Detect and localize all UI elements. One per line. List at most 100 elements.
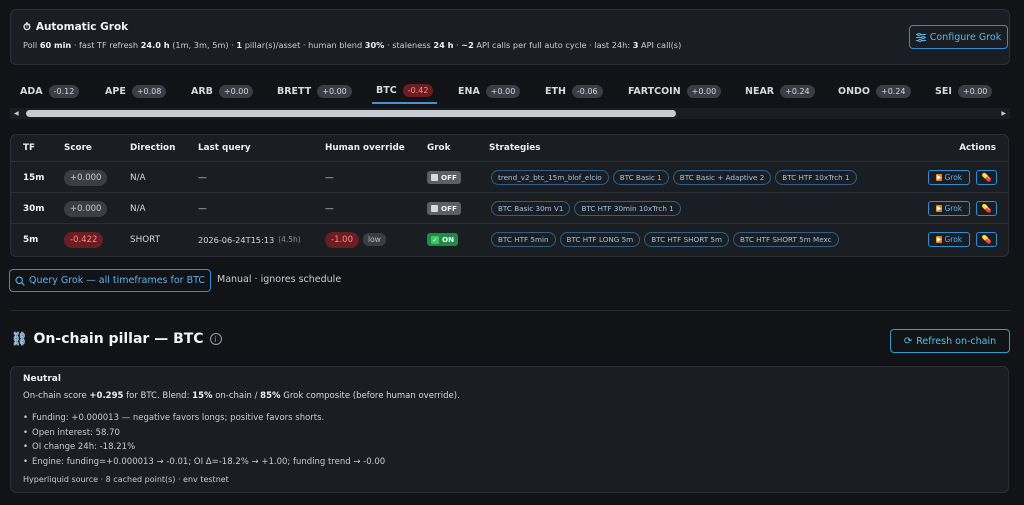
grok-toggle[interactable]: ✓ ON bbox=[427, 233, 459, 246]
tab-score-badge: -0.06 bbox=[571, 84, 603, 98]
tab-label: FARTCOIN bbox=[628, 85, 681, 97]
section-divider bbox=[10, 310, 1010, 311]
override-action-button[interactable]: 💊 bbox=[976, 201, 997, 216]
stopwatch-icon: ⏱ bbox=[23, 21, 31, 33]
summary-text: for BTC. Blend: bbox=[123, 391, 193, 401]
desc-text: (1m, 3m, 5m) · bbox=[169, 40, 237, 50]
tab-label: APE bbox=[105, 85, 126, 97]
tab-sei[interactable]: SEI +0.00 bbox=[935, 78, 993, 104]
auto-grok-title: ⏱ Automatic Grok bbox=[23, 21, 128, 33]
tab-score-badge: +0.24 bbox=[780, 84, 815, 98]
last-query-cell: — bbox=[198, 203, 207, 214]
timeframe-table: TF Score Direction Last query Human over… bbox=[10, 134, 1009, 257]
query-note: Manual · ignores schedule bbox=[217, 274, 342, 285]
auto-grok-description: Poll 60 min · fast TF refresh 24.0 h (1m… bbox=[23, 40, 681, 50]
tf-cell: 5m bbox=[23, 234, 39, 245]
grok-action-button[interactable]: ▶ Grok bbox=[928, 201, 970, 216]
grok-action-button[interactable]: ▶ Grok bbox=[928, 232, 970, 247]
onchain-state: Neutral bbox=[23, 374, 61, 384]
summary-text: On-chain score bbox=[23, 391, 90, 401]
info-icon[interactable]: i bbox=[209, 333, 222, 345]
strategy-chip[interactable]: BTC HTF 5min bbox=[491, 232, 556, 247]
strategy-chip[interactable]: BTC HTF SHORT 5m Mexc bbox=[732, 232, 839, 247]
scroll-left-icon[interactable]: ◀ bbox=[14, 110, 19, 117]
grok-action-button[interactable]: ▶ Grok bbox=[928, 170, 970, 185]
refresh-onchain-button[interactable]: ⟳ Refresh on-chain bbox=[890, 329, 1010, 353]
onchain-details-list: Funding: +0.000013 — negative favors lon… bbox=[23, 411, 385, 469]
tab-ape[interactable]: APE +0.08 bbox=[105, 78, 167, 104]
override-action-button[interactable]: 💊 bbox=[976, 232, 997, 247]
onchain-title: ⛓ On-chain pillar — BTC i bbox=[11, 331, 222, 347]
list-item: Engine: funding=+0.000013 → -0.01; OI Δ=… bbox=[23, 455, 385, 470]
desc-text: · fast TF refresh bbox=[71, 40, 141, 50]
desc-text: API call(s) bbox=[638, 40, 682, 50]
calls-value: ~2 bbox=[461, 40, 474, 50]
direction-cell: N/A bbox=[130, 172, 146, 183]
tab-near[interactable]: NEAR +0.24 bbox=[745, 78, 815, 104]
query-grok-button[interactable]: Query Grok — all timeframes for BTC bbox=[9, 269, 211, 292]
strategy-chip[interactable]: trend_v2_btc_15m_blof_elcio bbox=[491, 170, 609, 185]
onchain-score: +0.295 bbox=[89, 391, 124, 401]
play-icon: ▶ bbox=[935, 174, 943, 181]
play-icon: ▶ bbox=[935, 236, 943, 243]
tab-fartcoin[interactable]: FARTCOIN +0.00 bbox=[628, 78, 722, 104]
tab-brett[interactable]: BRETT +0.00 bbox=[277, 78, 352, 104]
scrollbar-thumb[interactable] bbox=[26, 110, 676, 117]
tab-score-badge: +0.00 bbox=[957, 84, 993, 98]
desc-text: Poll bbox=[23, 40, 40, 50]
tab-arb[interactable]: ARB +0.00 bbox=[191, 78, 254, 104]
tab-score-badge: +0.00 bbox=[485, 84, 521, 98]
check-icon: ✓ bbox=[431, 235, 439, 244]
grok-toggle[interactable]: OFF bbox=[427, 171, 461, 184]
tab-btc[interactable]: BTC -0.42 bbox=[372, 78, 438, 104]
strategy-chip[interactable]: BTC HTF SHORT 5m bbox=[644, 232, 729, 247]
scroll-right-icon[interactable]: ▶ bbox=[1001, 110, 1006, 117]
grok-toggle-label: ON bbox=[442, 235, 455, 244]
configure-grok-button[interactable]: Configure Grok bbox=[909, 25, 1008, 49]
strategy-chip[interactable]: BTC Basic 1 bbox=[612, 170, 669, 185]
onchain-footer: Hyperliquid source · 8 cached point(s) ·… bbox=[23, 475, 229, 484]
sliders-icon bbox=[915, 32, 926, 42]
tab-score-badge: +0.00 bbox=[317, 84, 352, 98]
summary-text: Grok composite (before human override). bbox=[280, 391, 460, 401]
tab-ena[interactable]: ENA +0.00 bbox=[458, 78, 521, 104]
direction-cell: SHORT bbox=[130, 234, 160, 245]
grok-toggle-label: OFF bbox=[441, 204, 457, 213]
strategy-chip[interactable]: BTC Basic 30m V1 bbox=[491, 201, 571, 216]
last-query-age: (4.5h) bbox=[278, 235, 301, 244]
strategy-chip[interactable]: BTC HTF LONG 5m bbox=[559, 232, 641, 247]
grok-action-label: Grok bbox=[944, 173, 963, 182]
tab-score-badge: -0.12 bbox=[48, 84, 80, 98]
col-header-last-query: Last query bbox=[198, 143, 251, 153]
tab-score-badge: +0.08 bbox=[131, 84, 167, 98]
list-item: Open interest: 58.70 bbox=[23, 426, 385, 441]
table-row: 5m -0.422 SHORT 2026-06-24T15:13 (4.5h) -… bbox=[11, 223, 1008, 254]
staleness-value: 24 h bbox=[433, 40, 454, 50]
tab-label: NEAR bbox=[745, 85, 775, 97]
tab-ada[interactable]: ADA -0.12 bbox=[20, 78, 80, 104]
override-action-button[interactable]: 💊 bbox=[976, 170, 997, 185]
tab-label: ADA bbox=[20, 85, 43, 97]
tab-eth[interactable]: ETH -0.06 bbox=[545, 78, 603, 104]
tab-score-badge: +0.24 bbox=[876, 84, 911, 98]
tab-label: BTC bbox=[376, 84, 397, 96]
strategy-chip[interactable]: BTC Basic + Adaptive 2 bbox=[672, 170, 772, 185]
desc-text: API calls per full auto cycle · last 24h… bbox=[473, 40, 633, 50]
desc-text: · staleness bbox=[384, 40, 434, 50]
strategy-chip[interactable]: BTC HTF 30min 10xTrch 1 bbox=[574, 201, 681, 216]
tab-ondo[interactable]: ONDO +0.24 bbox=[838, 78, 911, 104]
refresh-icon: ⟳ bbox=[903, 335, 913, 347]
table-row: 15m +0.000 N/A — — OFF trend_v2_btc_15m_… bbox=[11, 161, 1008, 192]
score-badge: +0.000 bbox=[64, 169, 108, 186]
list-item: OI change 24h: -18.21% bbox=[23, 440, 385, 455]
tabs-scrollbar[interactable]: ◀ ▶ bbox=[10, 108, 1010, 119]
configure-grok-label: Configure Grok bbox=[929, 31, 1002, 43]
tab-score-badge: +0.00 bbox=[218, 84, 254, 98]
summary-text: on-chain / bbox=[212, 391, 261, 401]
refresh-onchain-label: Refresh on-chain bbox=[916, 335, 997, 347]
grok-toggle[interactable]: OFF bbox=[427, 202, 461, 215]
onchain-title-text: On-chain pillar — BTC bbox=[33, 331, 204, 347]
col-header-direction: Direction bbox=[130, 143, 176, 153]
auto-grok-card: ⏱ Automatic Grok Poll 60 min · fast TF r… bbox=[10, 9, 1010, 65]
strategy-chip[interactable]: BTC HTF 10xTrch 1 bbox=[775, 170, 857, 185]
